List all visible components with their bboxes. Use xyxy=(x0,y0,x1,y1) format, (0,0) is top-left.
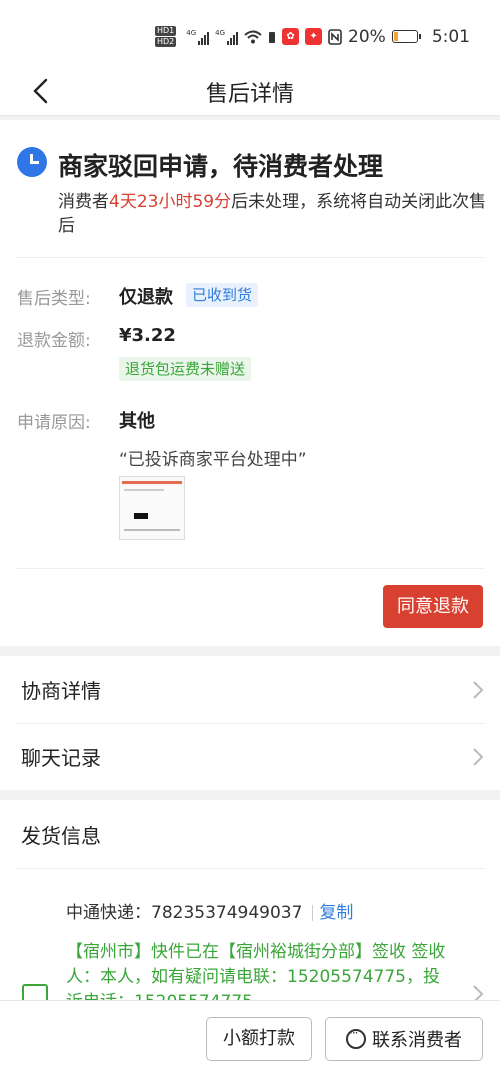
nfc-icon xyxy=(328,28,342,45)
amount-label: 退款金额: xyxy=(17,331,91,351)
reason-value: 其他 xyxy=(119,411,155,432)
type-value: 仅退款 xyxy=(119,287,173,308)
negotiation-label: 协商详情 xyxy=(21,679,101,703)
shipping-fee-tag: 退货包运费未赠送 xyxy=(119,357,252,381)
hd-badge: HD1 HD2 xyxy=(154,26,177,47)
divider xyxy=(16,257,484,258)
reason-label: 申请原因: xyxy=(17,413,91,433)
app-icon: ✿ xyxy=(282,28,300,45)
contact-consumer-button[interactable]: 联系消费者 xyxy=(325,1017,483,1061)
courier-name: 中通快递： xyxy=(66,903,151,923)
battery-percent: 20% xyxy=(348,26,386,47)
page-title: 售后详情 xyxy=(205,82,294,107)
small-payment-button[interactable]: 小额打款 xyxy=(206,1017,312,1061)
chevron-right-icon xyxy=(473,681,484,699)
status-description: 消费者4天23小时59分后未处理，系统将自动关闭此次售后 xyxy=(58,192,487,236)
reason-note: “已投诉商家平台处理中” xyxy=(119,450,307,470)
wifi-icon xyxy=(244,30,262,43)
negotiation-row[interactable]: 协商详情 xyxy=(0,656,500,723)
status-headline: 商家驳回申请，待消费者处理 xyxy=(58,152,384,181)
logistics-text[interactable]: 【宿州市】快件已在【宿州裕城街分部】签收 签收人：本人，如有疑问请电联：1520… xyxy=(66,940,452,1000)
type-label: 售后类型: xyxy=(17,289,91,309)
battery-saver-icon xyxy=(269,31,276,43)
divider xyxy=(16,868,484,869)
divider xyxy=(16,568,484,569)
evidence-thumbnail[interactable] xyxy=(119,476,185,540)
tracking-number: 78235374949037 xyxy=(151,903,303,923)
clock-time: 5:01 xyxy=(431,26,470,47)
app-icon: ✦ xyxy=(305,28,323,45)
chat-icon xyxy=(346,1026,366,1049)
amount-value: ¥3.22 xyxy=(119,325,176,346)
received-goods-tag: 已收到货 xyxy=(186,283,259,307)
contact-consumer-label: 联系消费者 xyxy=(372,1030,462,1051)
agree-refund-button[interactable]: 同意退款 xyxy=(383,585,483,628)
signal-icon: 4G xyxy=(215,29,239,45)
countdown-text: 4天23小时59分 xyxy=(109,192,232,212)
shipping-section-title: 发货信息 xyxy=(21,824,101,848)
chat-history-label: 聊天记录 xyxy=(21,746,101,770)
links-card: 协商详情 聊天记录 xyxy=(0,656,500,790)
clock-icon xyxy=(17,147,47,177)
signal-icon: 4G xyxy=(186,29,210,45)
nav-bar: 售后详情 xyxy=(0,68,500,116)
after-sale-card: 商家驳回申请，待消费者处理 消费者4天23小时59分后未处理，系统将自动关闭此次… xyxy=(0,120,500,646)
battery-icon xyxy=(391,30,421,43)
status-bar: HD1 HD2 4G 4G ✿ ✦ 20% 5:01 xyxy=(0,0,500,68)
copy-button[interactable]: 复制 xyxy=(319,903,353,923)
chevron-right-icon xyxy=(473,748,484,766)
bottom-action-bar: 小额打款 联系消费者 xyxy=(0,1000,500,1083)
tracking-row: 中通快递：78235374949037 复制 xyxy=(66,898,353,923)
chat-history-row[interactable]: 聊天记录 xyxy=(0,723,500,790)
